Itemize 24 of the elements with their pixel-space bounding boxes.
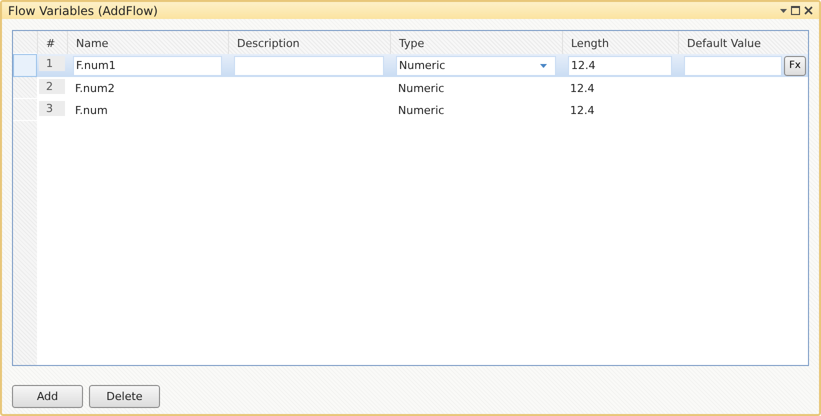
name-input[interactable]: F.num1 [73,56,222,76]
row-header[interactable] [13,54,37,77]
length-input[interactable]: 12.4 [568,56,672,76]
maximize-icon[interactable] [791,6,800,15]
action-button[interactable]: Add [12,385,83,408]
grid-row[interactable]: 1 F.num1 Numeric 12.4 Fx [37,54,808,77]
description-input[interactable] [234,56,384,76]
table-cell-text: Numeric [397,82,446,94]
caret-icon [540,64,547,68]
table-cell-text: F.num2 [74,82,116,94]
row-number: 2 [39,79,65,94]
table-cell-text: 12.4 [569,82,596,94]
type-dropdown[interactable]: Numeric [396,56,556,76]
window-title: Flow Variables (AddFlow) [8,4,158,18]
default-value-input[interactable] [684,56,782,76]
table-cell-text: 12.4 [569,104,596,116]
close-icon[interactable] [804,6,813,15]
row-number: 1 [39,56,65,71]
table-cell-text: F.num [74,104,109,116]
dropdown-icon[interactable] [780,8,787,12]
row-number: 3 [39,101,65,116]
table-cell-text: Numeric [397,104,446,116]
action-button[interactable]: Delete [89,385,160,408]
fx-button[interactable]: Fx [784,56,806,76]
